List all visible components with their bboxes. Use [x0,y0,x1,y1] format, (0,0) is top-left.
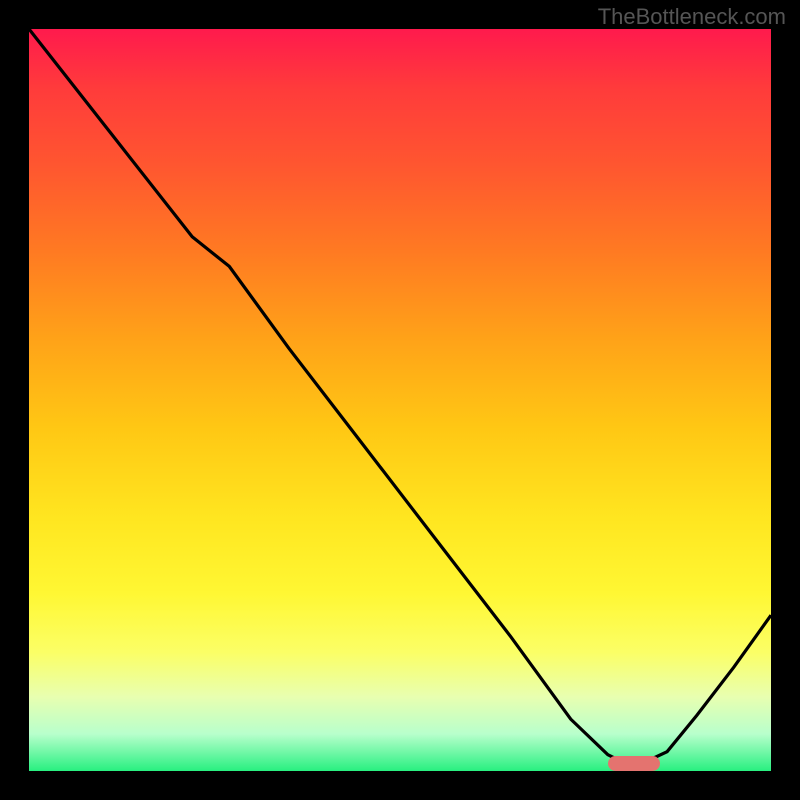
watermark-text: TheBottleneck.com [598,4,786,30]
optimal-target-marker [608,756,660,771]
curve-path [29,29,771,762]
bottleneck-curve-line [29,29,771,771]
